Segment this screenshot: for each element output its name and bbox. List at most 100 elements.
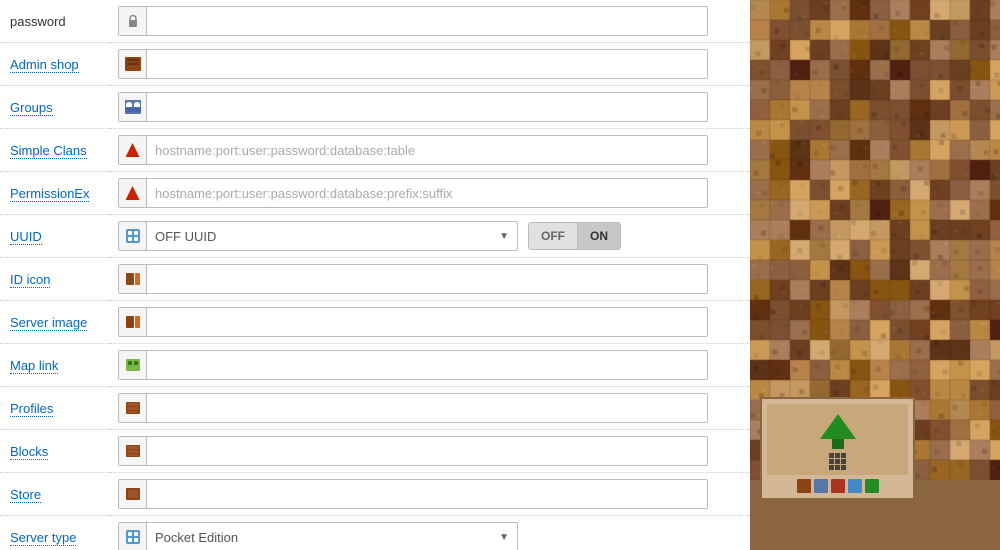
- map-link-row: Map link /map/mc.vpn.by-25565/: [0, 344, 750, 387]
- blocks-icon: [119, 437, 147, 465]
- store-input[interactable]: store: [147, 483, 707, 506]
- simple-clans-icon: [119, 136, 147, 164]
- admin-shop-input[interactable]: shop: [147, 53, 707, 76]
- store-input-cell: store: [110, 473, 750, 516]
- groups-icon: [119, 93, 147, 121]
- password-icon: [119, 7, 147, 35]
- mini-icon-1: [797, 479, 811, 493]
- arrow-stem: [832, 439, 844, 449]
- mini-preview-inner: [767, 404, 908, 475]
- uuid-select-wrapper: OFF UUID ON UUID ▼: [118, 221, 518, 251]
- server-type-select[interactable]: Pocket Edition Java Edition: [147, 526, 491, 549]
- id-icon-icon: [119, 265, 147, 293]
- groups-input[interactable]: 1,2,3,4,5,6,7,8,9: [147, 96, 707, 119]
- uuid-row: UUID OFF UUID: [0, 215, 750, 258]
- server-image-input-cell: tablet.png: [110, 301, 750, 344]
- server-type-row: Server type Pocket Edition Java Ed: [0, 516, 750, 550]
- server-image-icon: [119, 308, 147, 336]
- uuid-toggle-on[interactable]: ON: [578, 223, 620, 249]
- groups-link[interactable]: Groups: [10, 100, 53, 116]
- simple-clans-input-cell: [110, 129, 750, 172]
- simple-clans-row: Simple Clans: [0, 129, 750, 172]
- blocks-input-cell: ./style/images/items/: [110, 430, 750, 473]
- map-link-field-wrapper: /map/mc.vpn.by-25565/: [118, 350, 708, 380]
- simple-clans-field-wrapper: [118, 135, 708, 165]
- map-link-input[interactable]: /map/mc.vpn.by-25565/: [147, 354, 707, 377]
- password-row: password: [0, 0, 750, 43]
- groups-label: Groups: [0, 86, 110, 129]
- grid-dot: [835, 459, 840, 464]
- id-icon-label: ID icon: [0, 258, 110, 301]
- permissionex-input-cell: [110, 172, 750, 215]
- blocks-link[interactable]: Blocks: [10, 444, 48, 460]
- permissionex-link[interactable]: PermissionEx: [10, 186, 89, 202]
- map-link-link[interactable]: Map link: [10, 358, 58, 374]
- permissionex-label: PermissionEx: [0, 172, 110, 215]
- blocks-label: Blocks: [0, 430, 110, 473]
- groups-row: Groups 1,2,3,4,5,6,7,8,9: [0, 86, 750, 129]
- blocks-field-wrapper: ./style/images/items/: [118, 436, 708, 466]
- up-arrow-icon: [820, 414, 856, 439]
- groups-input-cell: 1,2,3,4,5,6,7,8,9: [110, 86, 750, 129]
- uuid-select[interactable]: OFF UUID ON UUID: [147, 225, 491, 248]
- uuid-toggle-off[interactable]: OFF: [529, 223, 578, 249]
- profiles-label: Profiles: [0, 387, 110, 430]
- grid-dot: [835, 453, 840, 458]
- server-type-select-wrapper: Pocket Edition Java Edition ▼: [118, 522, 518, 550]
- store-link[interactable]: Store: [10, 487, 41, 503]
- store-row: Store store: [0, 473, 750, 516]
- grid-dot: [841, 465, 846, 470]
- simple-clans-label: Simple Clans: [0, 129, 110, 172]
- permissionex-row: PermissionEx: [0, 172, 750, 215]
- profiles-input[interactable]: /home/n18458/public_html/cmsminecraftsho…: [147, 397, 707, 420]
- id-icon-input-cell: pocket: [110, 258, 750, 301]
- settings-form: password Admin shop: [0, 0, 750, 550]
- store-icon: [119, 480, 147, 508]
- server-image-input[interactable]: tablet.png: [147, 311, 707, 334]
- server-type-icon: [119, 523, 147, 550]
- simple-clans-input[interactable]: [147, 139, 707, 162]
- id-icon-link[interactable]: ID icon: [10, 272, 50, 288]
- grid-icon: [829, 453, 846, 470]
- server-image-link[interactable]: Server image: [10, 315, 87, 331]
- server-image-row: Server image tablet.png: [0, 301, 750, 344]
- profiles-link[interactable]: Profiles: [10, 401, 53, 417]
- uuid-input-cell: OFF UUID ON UUID ▼ OFF ON: [110, 215, 750, 258]
- uuid-select-arrow: ▼: [491, 231, 517, 242]
- blocks-row: Blocks ./style/images/items/: [0, 430, 750, 473]
- id-icon-field-wrapper: pocket: [118, 264, 708, 294]
- id-icon-row: ID icon pocket: [0, 258, 750, 301]
- simple-clans-link[interactable]: Simple Clans: [10, 143, 87, 159]
- main-panel: password Admin shop: [0, 0, 750, 550]
- grid-dot: [829, 465, 834, 470]
- admin-shop-link[interactable]: Admin shop: [10, 57, 79, 73]
- store-label: Store: [0, 473, 110, 516]
- map-link-icon: [119, 351, 147, 379]
- server-type-input-cell: Pocket Edition Java Edition ▼: [110, 516, 750, 550]
- admin-shop-icon: [119, 50, 147, 78]
- id-icon-input[interactable]: pocket: [147, 268, 707, 291]
- admin-shop-label: Admin shop: [0, 43, 110, 86]
- sidebar-texture: [750, 0, 1000, 550]
- server-type-link[interactable]: Server type: [10, 530, 76, 546]
- groups-field-wrapper: 1,2,3,4,5,6,7,8,9: [118, 92, 708, 122]
- blocks-input[interactable]: ./style/images/items/: [147, 440, 707, 463]
- server-image-field-wrapper: tablet.png: [118, 307, 708, 337]
- password-input[interactable]: [147, 10, 707, 33]
- admin-shop-row: Admin shop shop: [0, 43, 750, 86]
- password-field-wrapper: [118, 6, 708, 36]
- server-type-label: Server type: [0, 516, 110, 550]
- mini-icon-3: [831, 479, 845, 493]
- grid-dot: [835, 465, 840, 470]
- mini-icons-row: [767, 479, 908, 493]
- password-label: password: [0, 0, 110, 43]
- permissionex-field-wrapper: [118, 178, 708, 208]
- grid-dot: [829, 459, 834, 464]
- mini-icon-4: [848, 479, 862, 493]
- uuid-icon: [119, 222, 147, 250]
- admin-shop-input-cell: shop: [110, 43, 750, 86]
- permissionex-input[interactable]: [147, 182, 707, 205]
- permissionex-icon: [119, 179, 147, 207]
- uuid-link[interactable]: UUID: [10, 229, 42, 245]
- map-link-label: Map link: [0, 344, 110, 387]
